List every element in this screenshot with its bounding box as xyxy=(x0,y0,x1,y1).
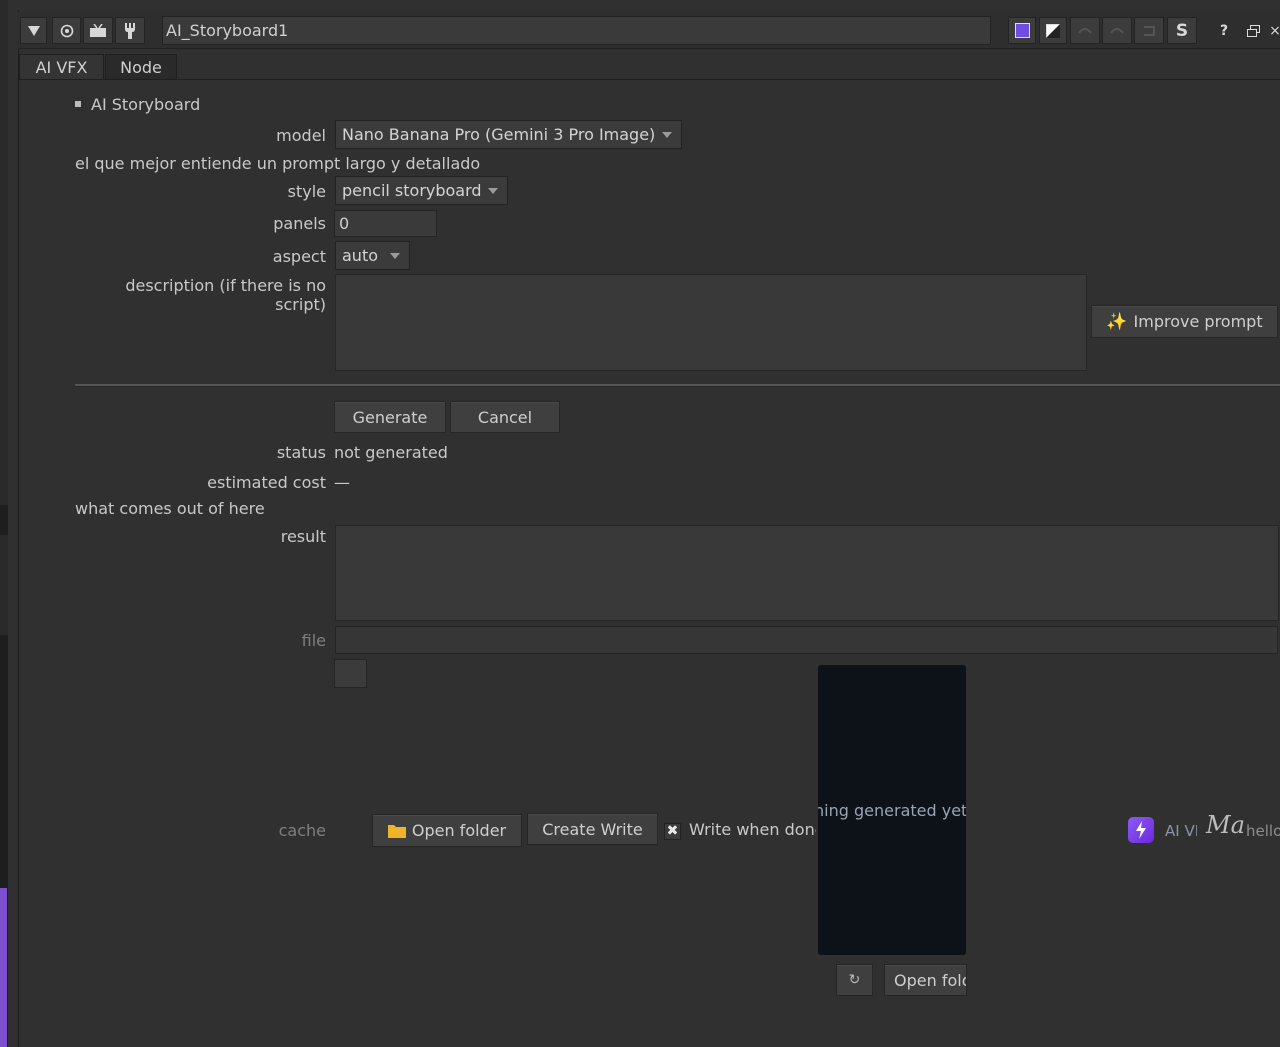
section-title: AI Storyboard xyxy=(91,95,201,114)
result-label: result xyxy=(280,527,326,546)
refresh-button[interactable]: ↻ xyxy=(836,964,873,996)
close-button[interactable]: × xyxy=(1268,17,1280,44)
greeting-text: hello xyxy=(1246,822,1280,840)
style-dropdown[interactable]: pencil storyboard xyxy=(335,176,508,205)
section-divider xyxy=(75,384,1280,387)
script-button[interactable]: S xyxy=(1167,17,1197,44)
preview-panel: Nothing generated yet xyxy=(818,665,966,955)
center-node-button[interactable] xyxy=(52,17,81,44)
ai-vfx-logo xyxy=(1128,817,1154,843)
color-swatch-icon xyxy=(1014,23,1030,38)
create-write-button[interactable]: Create Write xyxy=(527,813,658,845)
tab-ai-vfx[interactable]: AI VFX xyxy=(19,54,104,79)
output-heading: what comes out of here xyxy=(75,499,265,518)
cancel-button[interactable]: Cancel xyxy=(450,401,560,433)
open-folder-button[interactable]: Open folder xyxy=(372,814,522,847)
style-value: pencil storyboard xyxy=(342,181,482,200)
properties-header: AI_Storyboard1 S ? × xyxy=(18,12,1280,49)
viewer-button[interactable] xyxy=(83,17,113,44)
float-window-icon xyxy=(1246,24,1260,37)
undo-icon xyxy=(1078,27,1092,34)
style-label: style xyxy=(287,182,326,201)
left-accent-strip xyxy=(0,888,7,1047)
aspect-label: aspect xyxy=(272,247,326,266)
section-header[interactable]: AI Storyboard xyxy=(75,95,200,114)
model-value: Nano Banana Pro (Gemini 3 Pro Image) xyxy=(342,125,656,144)
target-icon xyxy=(60,24,73,37)
write-when-done-toggle[interactable]: ✖ Write when done xyxy=(664,820,816,840)
improve-prompt-label: Improve prompt xyxy=(1133,312,1263,331)
file-browse-button[interactable] xyxy=(334,659,367,688)
gl-color-button[interactable] xyxy=(1039,17,1067,44)
description-label: description (if there is no script) xyxy=(125,276,326,314)
ai-vfx-label: AI VFX xyxy=(1165,822,1197,840)
result-textarea[interactable] xyxy=(335,525,1279,621)
file-label: file xyxy=(301,631,326,650)
node-name-field[interactable]: AI_Storyboard1 xyxy=(162,16,991,45)
close-icon: × xyxy=(1269,22,1280,39)
preview-open-folder-label: Open folder xyxy=(894,970,966,990)
open-folder-label: Open folder xyxy=(411,821,507,840)
improve-prompt-button[interactable]: ✨ Improve prompt xyxy=(1091,305,1278,338)
checkbox-checked-icon: ✖ xyxy=(664,823,681,840)
collapse-square-icon xyxy=(75,100,81,107)
file-input[interactable] xyxy=(335,626,1278,654)
redo-icon xyxy=(1110,27,1124,34)
s-letter-icon: S xyxy=(1175,20,1189,41)
aspect-value: auto xyxy=(342,246,379,265)
redo-button[interactable] xyxy=(1102,17,1132,44)
model-hint: el que mejor entiende un prompt largo y … xyxy=(75,154,481,173)
tab-bar: AI VFX Node xyxy=(18,54,1280,80)
tab-node[interactable]: Node xyxy=(105,54,177,79)
status-value: not generated xyxy=(334,443,448,462)
model-dropdown[interactable]: Nano Banana Pro (Gemini 3 Pro Image) xyxy=(335,120,682,149)
undo-button[interactable] xyxy=(1070,17,1100,44)
float-button[interactable] xyxy=(1242,17,1264,44)
aspect-dropdown[interactable]: auto xyxy=(335,241,410,270)
triangle-down-icon xyxy=(27,25,40,36)
sparkles-icon: ✨ xyxy=(1106,311,1128,332)
panels-input[interactable]: 0 xyxy=(334,210,437,237)
node-color-button[interactable] xyxy=(1008,17,1036,44)
wrench-icon xyxy=(125,22,135,39)
description-textarea[interactable] xyxy=(335,274,1087,371)
estimated-cost-value: — xyxy=(334,473,350,492)
folder-icon xyxy=(387,825,406,838)
wrench-button[interactable] xyxy=(115,17,145,44)
revert-button[interactable] xyxy=(1134,17,1164,44)
collapse-button[interactable] xyxy=(20,17,47,44)
preview-open-folder-button[interactable]: Open folder xyxy=(884,964,967,996)
diagonal-swatch-icon xyxy=(1046,23,1060,38)
estimated-cost-label: estimated cost xyxy=(207,473,326,492)
revert-icon xyxy=(1144,25,1155,36)
status-label: status xyxy=(276,443,326,462)
dropdown-arrow-icon xyxy=(662,132,672,138)
question-icon: ? xyxy=(1219,22,1229,39)
generate-button[interactable]: Generate xyxy=(334,401,446,433)
film-icon xyxy=(90,23,106,37)
signature-logo: Ma xyxy=(1206,811,1245,839)
write-when-done-label: Write when done xyxy=(689,820,816,839)
dropdown-arrow-icon xyxy=(390,253,400,259)
panels-label: panels xyxy=(273,214,326,233)
dropdown-arrow-icon xyxy=(488,188,498,194)
refresh-icon: ↻ xyxy=(848,972,861,988)
model-label: model xyxy=(276,126,326,145)
help-button[interactable]: ? xyxy=(1212,17,1236,44)
lightning-bolt-icon xyxy=(1136,821,1146,839)
cache-label: cache xyxy=(278,821,326,840)
preview-empty-text: Nothing generated yet xyxy=(818,801,966,820)
